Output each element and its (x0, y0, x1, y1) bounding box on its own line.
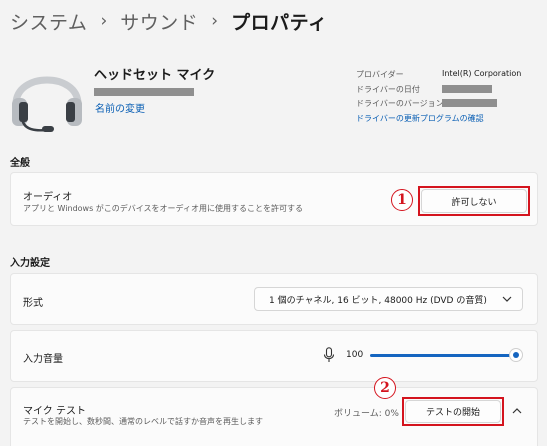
audio-description: アプリと Windows がこのデバイスをオーディオ用に使用することを許可する (23, 204, 303, 213)
driver-update-link[interactable]: ドライバーの更新プログラムの確認 (356, 113, 484, 124)
highlight-disallow (418, 186, 530, 216)
audio-title: オーディオ (23, 192, 73, 203)
chevron-down-icon (502, 296, 512, 302)
device-name: ヘッドセット マイク (94, 68, 216, 83)
mic-test-title: マイク テスト (23, 406, 86, 417)
volume-slider-thumb[interactable] (509, 348, 523, 362)
chevron-up-icon[interactable] (512, 406, 522, 416)
input-volume-label: 入力音量 (23, 354, 63, 365)
input-volume-value: 100 (346, 350, 364, 360)
format-value: 1 個のチャネル, 16 ビット, 48000 Hz (DVD の音質) (269, 295, 487, 306)
microphone-icon[interactable] (323, 347, 335, 363)
rename-link[interactable]: 名前の変更 (95, 100, 145, 115)
chevron-right-icon: › (211, 11, 219, 31)
format-dropdown[interactable]: 1 個のチャネル, 16 ビット, 48000 Hz (DVD の音質) (254, 287, 523, 311)
input-section-title: 入力設定 (10, 258, 50, 269)
breadcrumb-sound[interactable]: サウンド (120, 8, 198, 35)
mic-test-description: テストを開始し、数秒間、通常のレベルで話すか音声を再生します (23, 417, 263, 426)
annotation-badge-2: 2 (374, 377, 396, 399)
headset-icon (12, 76, 82, 132)
provider-value: Intel(R) Corporation (442, 69, 522, 78)
provider-label: プロバイダー (356, 70, 404, 79)
highlight-start-test (402, 397, 504, 426)
redacted-text (94, 88, 194, 96)
breadcrumb: システム › サウンド › プロパティ (10, 6, 327, 36)
page-title: プロパティ (231, 11, 328, 34)
general-section-title: 全般 (10, 158, 30, 169)
mic-volume-readout: ボリューム: 0% (334, 409, 399, 419)
chevron-right-icon: › (100, 11, 108, 31)
redacted-driver-version (442, 99, 497, 107)
volume-slider-track[interactable] (370, 354, 516, 357)
breadcrumb-system[interactable]: システム (10, 8, 87, 35)
driver-date-label: ドライバーの日付 (356, 85, 420, 94)
redacted-driver-date (442, 85, 492, 93)
format-label: 形式 (23, 298, 43, 309)
annotation-badge-1: 1 (391, 189, 413, 211)
driver-version-label: ドライバーのバージョン (356, 99, 444, 108)
